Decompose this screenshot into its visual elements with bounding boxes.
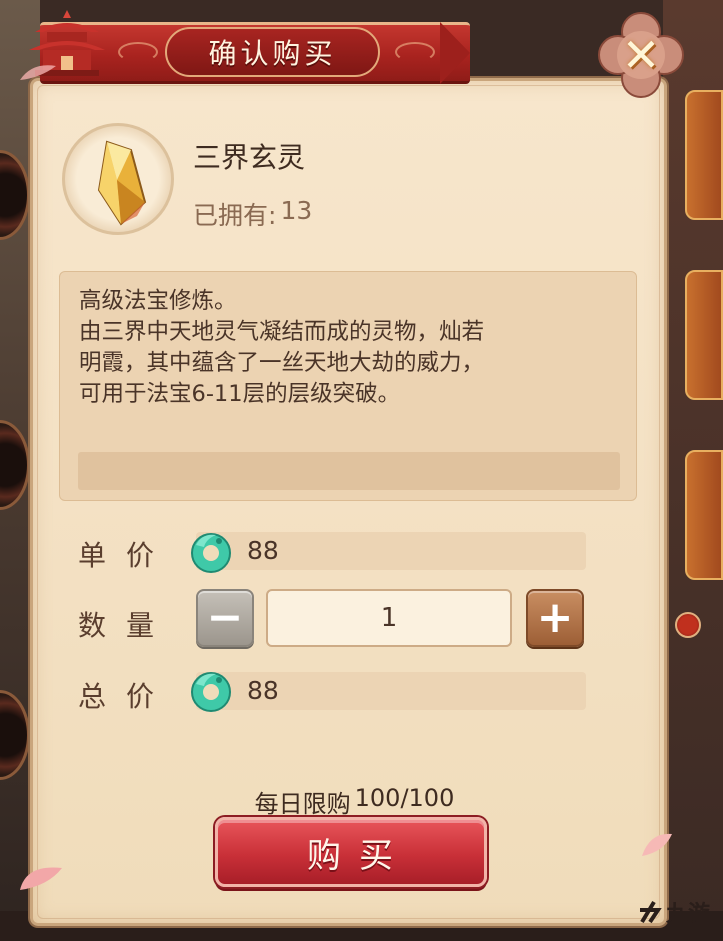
background-tab xyxy=(685,450,723,580)
close-button[interactable]: ✕ xyxy=(598,12,684,98)
daily-limit: 每日限购 100/100 xyxy=(0,784,723,819)
close-icon: ✕ xyxy=(621,28,661,82)
dialog-title: 确认购买 xyxy=(208,37,337,70)
background-red-dot xyxy=(675,612,701,638)
petal-decor-icon xyxy=(20,65,56,80)
item-name: 三界玄灵 xyxy=(193,141,306,174)
owned-count-row: 已拥有: 13 xyxy=(193,196,312,232)
background-tab xyxy=(685,270,723,400)
petal-decor-icon xyxy=(20,867,62,890)
minus-icon: − xyxy=(206,592,244,643)
unit-price-label: 单价 xyxy=(78,539,175,572)
watermark-text: 九游 xyxy=(666,902,711,927)
quantity-input[interactable]: 1 xyxy=(266,589,512,647)
background-orb xyxy=(0,150,30,240)
item-icon-frame xyxy=(62,123,174,235)
banner-swirl-decor xyxy=(395,42,435,62)
watermark: 九游 xyxy=(636,896,710,928)
banner-swirl-decor xyxy=(118,42,158,62)
daily-limit-value: 100/100 xyxy=(354,784,455,812)
background-tab xyxy=(685,90,723,220)
decrease-quantity-button[interactable]: − xyxy=(196,589,254,647)
buy-button[interactable]: 购买 xyxy=(215,817,487,887)
plus-icon: + xyxy=(536,592,574,643)
description-line: 高级法宝修炼。 xyxy=(79,288,237,314)
description-footer-strip xyxy=(78,452,620,490)
petal-decor-icon xyxy=(642,833,672,856)
description-line: 由三界中天地灵气凝结而成的灵物，灿若 xyxy=(79,319,485,345)
total-price-label: 总价 xyxy=(78,680,175,713)
description-line: 可用于法宝6-11层的层级突破。 xyxy=(79,381,401,407)
crystal-shard-icon xyxy=(97,140,147,226)
nine-game-logo-icon xyxy=(640,900,662,924)
owned-count: 13 xyxy=(280,196,313,225)
background-orb xyxy=(0,690,30,780)
description-box: 高级法宝修炼。 由三界中天地灵气凝结而成的灵物，灿若 明霞，其中蕴含了一丝天地大… xyxy=(59,271,637,501)
total-price-value: 88 xyxy=(247,676,279,705)
background-orb xyxy=(0,420,30,510)
daily-limit-label: 每日限购 xyxy=(254,790,351,818)
jade-icon xyxy=(191,672,231,712)
increase-quantity-button[interactable]: + xyxy=(526,589,584,647)
quantity-label: 数量 xyxy=(78,609,175,642)
unit-price-value: 88 xyxy=(247,536,279,565)
buy-button-label: 购买 xyxy=(307,835,411,876)
jade-icon xyxy=(191,533,231,573)
description-line: 明霞，其中蕴含了一丝天地大劫的威力， xyxy=(79,350,485,376)
title-plaque: 确认购买 xyxy=(165,27,380,77)
item-description: 高级法宝修炼。 由三界中天地灵气凝结而成的灵物，灿若 明霞，其中蕴含了一丝天地大… xyxy=(79,286,619,410)
owned-label: 已拥有: xyxy=(193,201,277,230)
